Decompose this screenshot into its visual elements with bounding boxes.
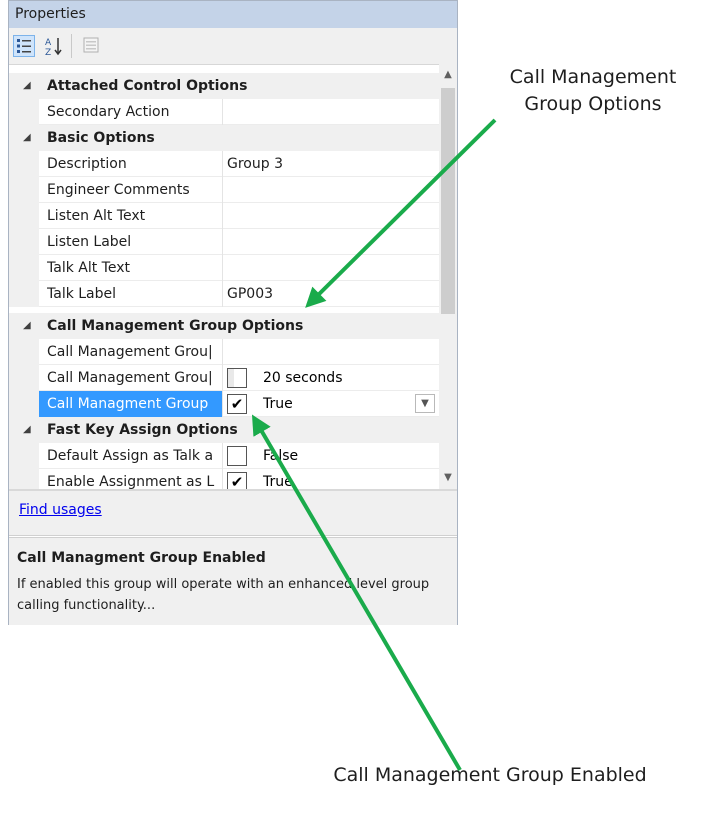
annotation-line: Group Options [524,93,662,115]
svg-text:A: A [45,38,52,48]
description-text: If enabled this group will operate with … [17,577,430,613]
property-name: Talk Alt Text [47,260,130,276]
property-row-listen-alt-text[interactable]: Listen Alt Text [9,203,439,229]
collapse-triangle-icon[interactable]: ◢ [23,313,31,339]
property-name: Call Managment Group [47,396,209,412]
commands-pane: Find usages [9,491,457,536]
property-name: Talk Label [47,286,117,302]
property-value: True [263,474,293,489]
category-label: Basic Options [47,130,155,146]
property-row-talk-alt-text[interactable]: Talk Alt Text [9,255,439,281]
property-row-default-assign[interactable]: Default Assign as Talk a False [9,443,439,469]
property-row-secondary-action[interactable]: Secondary Action [9,99,439,125]
property-pages-icon[interactable] [81,35,103,57]
property-row-call-managment-group-enabled[interactable]: Call Managment Group ✔ True ▼ [9,391,439,417]
property-row-enable-assignment[interactable]: Enable Assignment as L ✔ True [9,469,439,489]
find-usages-link[interactable]: Find usages [19,502,102,518]
category-attached-control-options[interactable]: ◢ Attached Control Options [9,73,439,99]
property-grid: ◢ Attached Control Options Secondary Act… [9,64,457,489]
svg-text:Z: Z [45,48,51,57]
property-row-call-management-group-2[interactable]: Call Management Grou| 20 seconds [9,365,439,391]
description-pane: Call Managment Group Enabled If enabled … [9,537,457,625]
sort-alphabetical-icon[interactable]: A Z [43,35,65,58]
category-call-management-group-options[interactable]: ◢ Call Management Group Options [9,313,439,339]
property-name: Engineer Comments [47,182,190,198]
category-fast-key-assign-options[interactable]: ◢ Fast Key Assign Options [9,417,439,443]
property-value[interactable]: GP003 [227,281,273,307]
vertical-scrollbar[interactable]: ▲ ▼ [439,64,457,489]
property-name: Listen Alt Text [47,208,146,224]
property-name: Listen Label [47,234,132,250]
category-label: Fast Key Assign Options [47,422,238,438]
property-row-description[interactable]: Description Group 3 [9,151,439,177]
annotation-call-management-group-enabled: Call Management Group Enabled [333,764,647,786]
scrollbar-thumb[interactable] [441,88,455,314]
property-value: False [263,448,299,464]
categorized-icon[interactable] [13,35,35,57]
property-name: Call Management Grou| [47,344,213,360]
category-label: Attached Control Options [47,78,248,94]
property-name: Default Assign as Talk a [47,448,214,464]
properties-toolbar: A Z [9,28,457,65]
annotation-line: Call Management [509,66,677,88]
property-value: True [263,396,293,412]
property-name: Description [47,156,127,172]
dropdown-arrow-icon[interactable]: ▼ [415,394,435,413]
collapse-triangle-icon[interactable]: ◢ [23,417,31,443]
scroll-down-arrow-icon[interactable]: ▼ [439,469,457,487]
property-name: Secondary Action [47,104,170,120]
property-row-engineer-comments[interactable]: Engineer Comments [9,177,439,203]
collapse-triangle-icon[interactable]: ◢ [23,125,31,151]
property-value: 20 seconds [263,370,343,386]
property-row-call-management-group-1[interactable]: Call Management Grou| [9,339,439,365]
annotation-call-management-group-options: Call Management Group Options [478,64,708,118]
property-value[interactable]: Group 3 [227,151,283,177]
description-title: Call Managment Group Enabled [17,550,266,566]
category-label: Call Management Group Options [47,318,304,334]
value-checkbox[interactable]: ✔ [227,472,247,489]
scroll-up-arrow-icon[interactable]: ▲ [439,66,457,84]
collapse-triangle-icon[interactable]: ◢ [23,73,31,99]
property-name: Call Management Grou| [47,370,213,386]
property-row-listen-label[interactable]: Listen Label [9,229,439,255]
properties-panel: Properties A Z ◢ Attached Control Option… [8,0,458,625]
property-row-talk-label[interactable]: Talk Label GP003 [9,281,439,307]
toolbar-separator [71,34,72,58]
value-checkbox[interactable] [227,368,247,388]
value-checkbox[interactable] [227,446,247,466]
panel-title: Properties [9,1,457,28]
enabled-checkbox[interactable]: ✔ [227,394,247,414]
category-basic-options[interactable]: ◢ Basic Options [9,125,439,151]
property-name: Enable Assignment as L [47,474,215,489]
